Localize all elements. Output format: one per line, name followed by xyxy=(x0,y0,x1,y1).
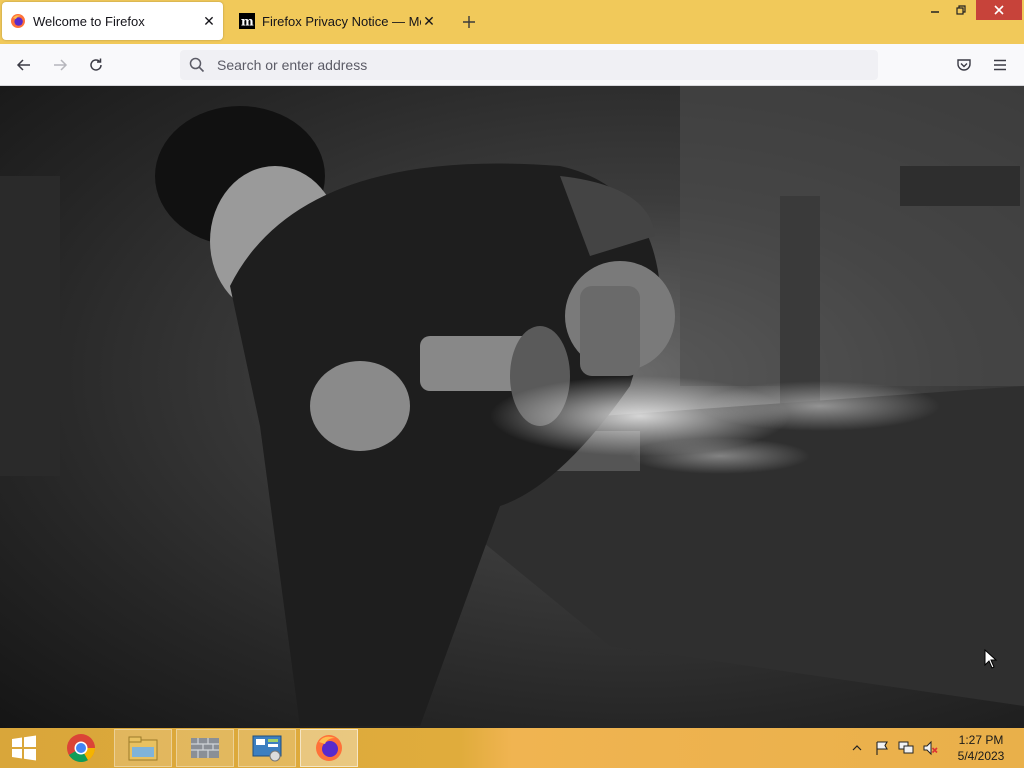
tab-firefox-privacy-notice[interactable]: m Firefox Privacy Notice — Mozilla ✕ xyxy=(231,2,443,40)
plus-icon xyxy=(463,16,475,28)
taskbar-firefox-button[interactable] xyxy=(300,729,358,767)
welcome-page-content xyxy=(0,86,1024,728)
taskbar-clock[interactable]: 1:27 PM 5/4/2023 xyxy=(948,732,1014,764)
back-arrow-icon xyxy=(16,59,30,71)
window-close-button[interactable] xyxy=(976,0,1022,20)
volume-tray-icon[interactable] xyxy=(920,728,940,768)
welcome-background-photo xyxy=(0,86,1024,726)
tab-title: Firefox Privacy Notice — Mozilla xyxy=(262,13,421,29)
tab-strip: Welcome to Firefox ✕ m Firefox Privacy N… xyxy=(0,0,1024,44)
restore-icon xyxy=(956,5,966,15)
network-tray-icon[interactable] xyxy=(896,728,916,768)
close-icon xyxy=(994,5,1004,15)
navigation-toolbar xyxy=(0,44,1024,86)
show-hidden-icons-button[interactable] xyxy=(850,728,864,768)
restore-button[interactable] xyxy=(948,0,974,20)
firefox-icon xyxy=(316,735,342,761)
speaker-muted-icon xyxy=(923,740,938,756)
action-center-tray-icon[interactable] xyxy=(872,728,892,768)
forward-button[interactable] xyxy=(48,53,72,77)
clock-time: 1:27 PM xyxy=(958,733,1004,747)
clock-date: 5/4/2023 xyxy=(957,749,1005,763)
chevron-up-icon xyxy=(852,745,862,751)
hamburger-menu-icon xyxy=(994,59,1006,71)
flag-icon xyxy=(876,741,888,755)
app-icon xyxy=(191,738,219,758)
tab-title: Welcome to Firefox xyxy=(33,13,145,29)
new-tab-button[interactable] xyxy=(458,11,480,33)
chrome-icon xyxy=(67,734,95,762)
application-menu-button[interactable] xyxy=(988,53,1012,77)
start-icon xyxy=(12,735,36,761)
search-icon xyxy=(189,57,205,73)
file-explorer-icon xyxy=(128,736,158,761)
minimize-button[interactable] xyxy=(922,0,948,20)
forward-arrow-icon xyxy=(54,59,68,71)
back-button[interactable] xyxy=(12,53,36,77)
control-panel-icon xyxy=(252,735,282,762)
pocket-icon xyxy=(957,59,971,71)
pocket-button[interactable] xyxy=(952,53,976,77)
mouse-cursor-icon xyxy=(984,649,998,669)
svg-text:m: m xyxy=(241,15,254,29)
close-tab-icon[interactable]: ✕ xyxy=(421,13,437,29)
address-bar[interactable] xyxy=(180,50,878,80)
start-button[interactable] xyxy=(0,729,48,767)
tab-welcome-to-firefox[interactable]: Welcome to Firefox ✕ xyxy=(2,2,223,40)
network-icon xyxy=(898,741,914,754)
reload-icon xyxy=(90,58,102,71)
firefox-icon xyxy=(11,14,25,28)
reload-button[interactable] xyxy=(84,53,108,77)
taskbar-app-button[interactable] xyxy=(176,729,234,767)
taskbar-chrome-button[interactable] xyxy=(58,729,104,767)
close-tab-icon[interactable]: ✕ xyxy=(201,13,217,29)
taskbar-control-panel-button[interactable] xyxy=(238,729,296,767)
address-input[interactable] xyxy=(215,56,819,74)
minimize-icon xyxy=(931,11,939,13)
taskbar-file-explorer-button[interactable] xyxy=(114,729,172,767)
taskbar: 1:27 PM 5/4/2023 xyxy=(0,728,1024,768)
mozilla-m-icon: m xyxy=(239,13,255,29)
